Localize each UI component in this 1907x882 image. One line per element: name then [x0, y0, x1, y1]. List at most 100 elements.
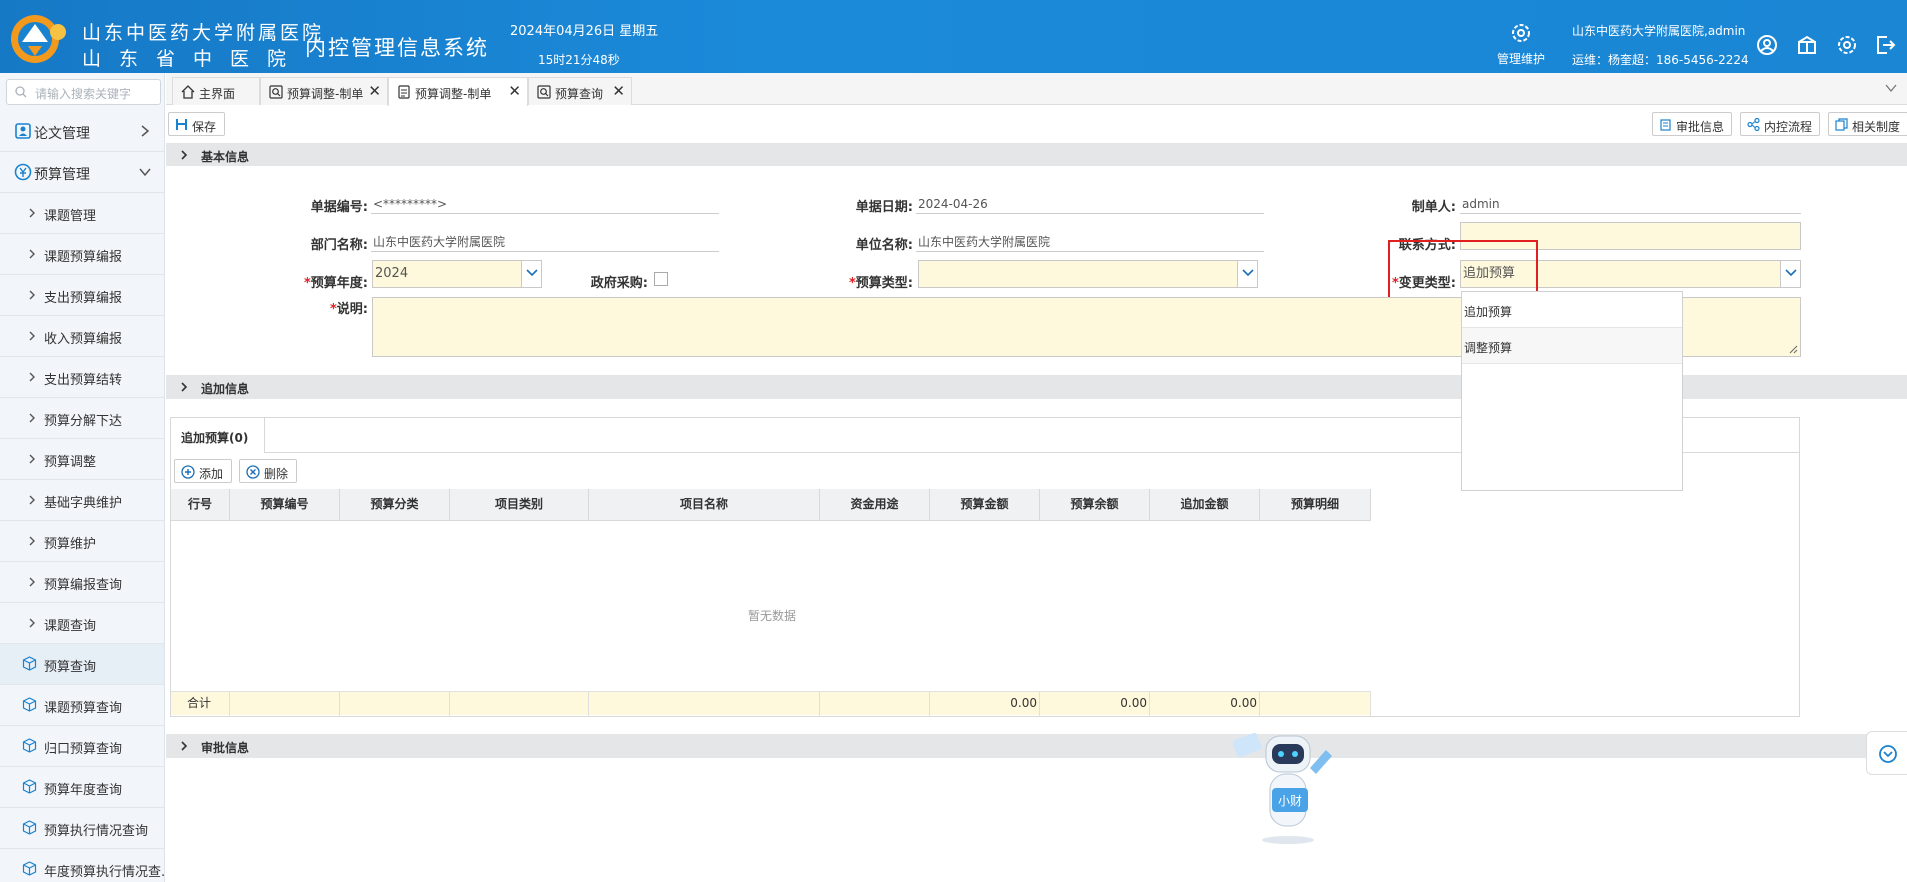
- sidebar-item-budget-management[interactable]: 预算管理: [0, 152, 164, 193]
- sidebar-item-budget-maintenance[interactable]: 预算维护: [0, 521, 164, 562]
- tab-bar: 主界面 预算调整-制单 ✕ 预算调整-制单 ✕ 预算查询 ✕: [166, 73, 1907, 106]
- column-header[interactable]: 行号: [171, 489, 230, 521]
- user-circle-icon[interactable]: [1756, 34, 1778, 56]
- footer-cell: [340, 692, 450, 716]
- sidebar-item-dictionary[interactable]: 基础字典维护: [0, 480, 164, 521]
- section-basic-info[interactable]: 基本信息: [166, 143, 1907, 167]
- dropdown-option[interactable]: 追加预算: [1462, 292, 1682, 328]
- tab-budget-adjust-1[interactable]: 预算调整-制单 ✕: [260, 77, 388, 105]
- sidebar-item-topic-budget[interactable]: 课题预算编报: [0, 234, 164, 275]
- related-rules-button[interactable]: 相关制度: [1828, 112, 1907, 136]
- chevron-right-icon: [181, 741, 188, 751]
- logout-icon[interactable]: [1874, 34, 1896, 56]
- column-header[interactable]: 资金用途: [820, 489, 930, 521]
- sidebar-item-expense-carryover[interactable]: 支出预算结转: [0, 357, 164, 398]
- close-icon[interactable]: ✕: [612, 82, 625, 100]
- dropdown-button[interactable]: [521, 261, 541, 287]
- sidebar-item-label: 论文管理: [34, 126, 90, 142]
- save-button[interactable]: 保存: [168, 112, 225, 136]
- sidebar-item-label: 预算年度查询: [44, 783, 123, 798]
- sidebar-item-label: 年度预算执行情况查...: [44, 865, 165, 880]
- gov-purchase-checkbox[interactable]: [654, 272, 668, 286]
- column-header[interactable]: 预算金额: [930, 489, 1040, 521]
- column-header[interactable]: 项目名称: [589, 489, 820, 521]
- unit-label: 单位名称:: [855, 238, 913, 253]
- sidebar-item-label: 课题管理: [44, 209, 97, 224]
- close-icon[interactable]: ✕: [508, 82, 521, 100]
- column-header[interactable]: 项目类别: [450, 489, 589, 521]
- dropdown-button[interactable]: [1780, 261, 1800, 287]
- resize-handle-icon[interactable]: [1789, 345, 1798, 354]
- sidebar-item-expense-budget[interactable]: 支出预算编报: [0, 275, 164, 316]
- doc-date-label: 单据日期:: [855, 200, 913, 215]
- settings-icon[interactable]: [1836, 34, 1858, 56]
- change-type-dropdown: 追加预算 调整预算: [1461, 291, 1683, 491]
- tab-additional-budget[interactable]: 追加预算(0): [171, 418, 265, 453]
- control-flow-button[interactable]: 内控流程: [1740, 112, 1820, 136]
- approval-info-button[interactable]: 审批信息: [1652, 112, 1732, 136]
- tab-home[interactable]: 主界面: [172, 77, 260, 105]
- chevron-right-icon: [181, 382, 188, 392]
- chevron-right-icon: [29, 208, 35, 218]
- chevron-right-icon: [29, 372, 35, 382]
- gift-icon[interactable]: [1796, 34, 1818, 56]
- sidebar-item-topic-budget-query[interactable]: 课题预算查询: [0, 685, 164, 726]
- toolbar: 保存 审批信息 内控流程 相关制度: [166, 106, 1907, 142]
- sidebar-item-annual-execution-query[interactable]: 年度预算执行情况查...: [0, 849, 165, 882]
- side-float-button[interactable]: [1866, 731, 1907, 775]
- doc-no-label: 单据编号:: [310, 200, 368, 215]
- sidebar-item-budget-query[interactable]: 预算查询: [0, 644, 164, 685]
- sidebar-item-paper-management[interactable]: 论文管理: [0, 111, 164, 152]
- option-label: 调整预算: [1464, 341, 1513, 355]
- search-doc-icon: [269, 85, 283, 99]
- sidebar-item-budget-execution-query[interactable]: 预算执行情况查询: [0, 808, 164, 849]
- column-header[interactable]: 预算明细: [1260, 489, 1371, 521]
- chevron-down-icon[interactable]: [1885, 83, 1897, 93]
- sidebar-item-income-budget[interactable]: 收入预算编报: [0, 316, 164, 357]
- section-title: 基本信息: [201, 150, 250, 164]
- dropdown-button[interactable]: [1237, 261, 1257, 287]
- chevron-right-icon: [29, 618, 35, 628]
- sidebar-item-budget-report-query[interactable]: 预算编报查询: [0, 562, 164, 603]
- assistant-robot-icon[interactable]: 小财: [1228, 728, 1344, 846]
- sidebar-item-topic-management[interactable]: 课题管理: [0, 193, 164, 234]
- tab-budget-adjust-2[interactable]: 预算调整-制单 ✕: [388, 77, 528, 106]
- sidebar-item-topic-query[interactable]: 课题查询: [0, 603, 164, 644]
- sidebar-item-category-budget-query[interactable]: 归口预算查询: [0, 726, 164, 767]
- tab-budget-query[interactable]: 预算查询 ✕: [528, 77, 632, 105]
- manage-button[interactable]: 管理维护: [1490, 22, 1552, 67]
- sidebar-item-budget-allocation[interactable]: 预算分解下达: [0, 398, 164, 439]
- column-header[interactable]: 预算分类: [340, 489, 450, 521]
- ops-contact: 运维：杨奎超：186-5456-2224: [1572, 53, 1749, 67]
- budget-year-select[interactable]: 2024: [372, 260, 542, 288]
- chevron-right-icon: [29, 536, 35, 546]
- approval-info-label: 审批信息: [1676, 120, 1725, 134]
- budget-type-select[interactable]: [918, 260, 1258, 288]
- cube-icon: [22, 861, 37, 876]
- sidebar-item-label: 归口预算查询: [44, 742, 123, 757]
- sidebar-search-input[interactable]: 请输入搜索关键字: [6, 79, 161, 105]
- header-date: 2024年04月26日 星期五: [510, 24, 659, 39]
- sidebar-item-budget-adjust[interactable]: 预算调整: [0, 439, 164, 480]
- footer-cell: [1260, 692, 1371, 716]
- close-icon[interactable]: ✕: [368, 82, 381, 100]
- tab-label: 追加预算(0): [181, 431, 249, 445]
- sidebar-item-label: 收入预算编报: [44, 332, 123, 347]
- header-time: 15时21分48秒: [538, 53, 620, 67]
- sidebar-item-budget-year-query[interactable]: 预算年度查询: [0, 767, 164, 808]
- tab-label: 预算查询: [555, 87, 604, 101]
- footer-cell: [820, 692, 930, 716]
- add-button[interactable]: 添加: [174, 459, 232, 483]
- footer-cell: 合计: [171, 692, 230, 716]
- column-header[interactable]: 预算编号: [230, 489, 340, 521]
- column-header[interactable]: 追加金额: [1150, 489, 1260, 521]
- column-header[interactable]: 预算余额: [1040, 489, 1150, 521]
- footer-cell: 0.00: [1040, 692, 1150, 716]
- sidebar-item-label: 预算维护: [44, 537, 97, 552]
- chevron-right-icon: [29, 290, 35, 300]
- section-approval-info[interactable]: 审批信息: [166, 734, 1907, 758]
- delete-button[interactable]: 删除: [239, 459, 297, 483]
- document-icon: [398, 85, 410, 99]
- chevron-right-icon: [181, 150, 188, 160]
- dropdown-option[interactable]: 调整预算: [1462, 328, 1682, 364]
